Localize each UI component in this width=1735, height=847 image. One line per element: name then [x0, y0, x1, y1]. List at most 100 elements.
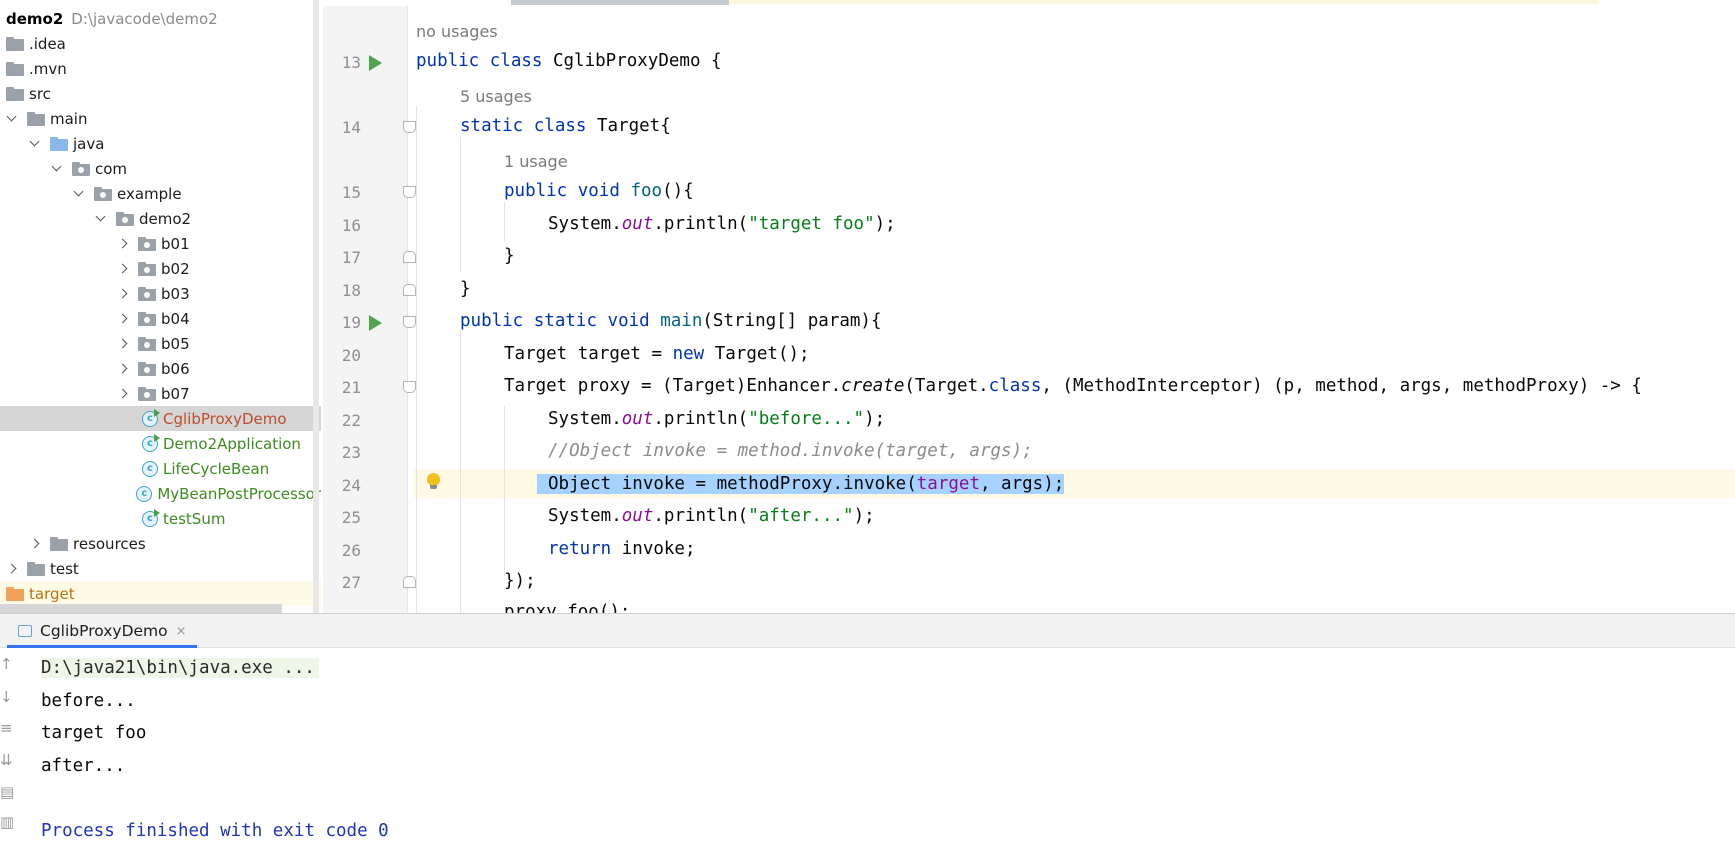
tree-item-label: b01 — [161, 235, 190, 253]
tree-item-label: test — [50, 560, 79, 578]
tree-item-java[interactable]: java — [0, 131, 321, 156]
fold-icon[interactable] — [403, 186, 416, 198]
tree-item-testsum[interactable]: c testSum — [0, 506, 321, 531]
chevron-down-icon[interactable] — [72, 187, 86, 201]
java-class-icon: c — [142, 511, 158, 527]
tree-item-target[interactable]: target — [0, 581, 321, 606]
usage-hint[interactable]: 5 usages — [460, 87, 532, 106]
tab-cglibproxydemo[interactable]: CglibProxyDemo × — [0, 614, 187, 648]
trash-icon[interactable]: ▥ — [0, 814, 16, 830]
code-line-24: Object invoke = methodProxy.invoke(targe… — [537, 474, 1064, 494]
tree-item-label: main — [50, 110, 87, 128]
code-token: public — [504, 181, 567, 201]
tree-item-label: b07 — [161, 385, 190, 403]
tree-item-com[interactable]: com — [0, 156, 321, 181]
tree-item-b06[interactable]: b06 — [0, 356, 321, 381]
code-token: class — [534, 116, 587, 136]
tree-item-b03[interactable]: b03 — [0, 281, 321, 306]
usage-hint[interactable]: 1 usage — [504, 152, 568, 171]
folder-icon — [6, 37, 24, 51]
tree-item-resources[interactable]: resources — [0, 531, 321, 556]
console-command-line[interactable]: D:\java21\bin\java.exe ... — [41, 658, 319, 678]
tree-item-label: MyBeanPostProcessor — [157, 485, 321, 503]
line-number: 22 — [331, 411, 361, 430]
chevron-right-icon[interactable] — [116, 312, 130, 326]
tree-item-main[interactable]: main — [0, 106, 321, 131]
code-line-17: } — [504, 246, 515, 266]
tree-item-cglibproxydemo[interactable]: c CglibProxyDemo — [0, 406, 321, 431]
run-main-icon[interactable] — [369, 315, 382, 331]
code-line-20: Target target = new Target(); — [504, 344, 810, 364]
line-number: 24 — [331, 476, 361, 495]
vertical-scrollbar[interactable] — [313, 0, 319, 613]
code-line-28: proxy.foo(); — [504, 602, 630, 613]
code-editor[interactable]: 13 14 15 16 17 18 19 20 21 22 23 24 25 2… — [323, 6, 1735, 613]
chevron-down-icon[interactable] — [50, 162, 64, 176]
line-number: 21 — [331, 378, 361, 397]
run-class-icon[interactable] — [369, 55, 382, 71]
tree-item-src[interactable]: src — [0, 81, 321, 106]
editor-tab-active-indicator[interactable] — [511, 0, 729, 5]
code-token: out — [622, 506, 654, 526]
tree-item-label: java — [73, 135, 104, 153]
fold-icon[interactable] — [403, 576, 416, 588]
arrow-up-icon[interactable]: ↑ — [0, 656, 16, 672]
code-token: out — [622, 409, 654, 429]
fold-icon[interactable] — [403, 381, 416, 393]
tree-item-b02[interactable]: b02 — [0, 256, 321, 281]
run-side-toolbar: ↑ ↓ ≡ ⇊ ▤ ▥ — [0, 648, 22, 831]
chevron-right-icon[interactable] — [116, 362, 130, 376]
tree-item-b05[interactable]: b05 — [0, 331, 321, 356]
run-tool-window: CglibProxyDemo × ↑ ↓ ≡ ⇊ ▤ ▥ D:\java21\b… — [0, 613, 1735, 830]
chevron-right-icon[interactable] — [116, 262, 130, 276]
chevron-right-icon[interactable] — [116, 237, 130, 251]
java-class-icon: c — [142, 411, 158, 427]
tree-item-label: Demo2Application — [163, 435, 301, 453]
tree-item-demo2[interactable]: demo2 — [0, 206, 321, 231]
package-icon — [138, 387, 156, 401]
chevron-down-icon[interactable] — [5, 112, 19, 126]
chevron-right-icon[interactable] — [28, 537, 42, 551]
package-icon — [138, 262, 156, 276]
close-icon[interactable]: × — [176, 624, 187, 639]
tree-root-demo2[interactable]: demo2 D:\javacode\demo2 — [0, 6, 321, 31]
usage-hint[interactable]: no usages — [416, 22, 498, 41]
tree-item-label: com — [95, 160, 127, 178]
fold-icon[interactable] — [403, 251, 416, 263]
folder-icon — [27, 112, 45, 126]
tree-item-b04[interactable]: b04 — [0, 306, 321, 331]
java-class-icon: c — [142, 436, 158, 452]
chevron-down-icon[interactable] — [94, 212, 108, 226]
scroll-to-end-icon[interactable]: ⇊ — [0, 752, 16, 768]
java-class-icon: c — [136, 486, 152, 502]
fold-icon[interactable] — [403, 284, 416, 296]
print-icon[interactable]: ▤ — [0, 784, 16, 800]
tree-item-test[interactable]: test — [0, 556, 321, 581]
tree-item-demo2application[interactable]: c Demo2Application — [0, 431, 321, 456]
lightbulb-icon[interactable] — [427, 473, 440, 486]
chevron-right-icon[interactable] — [5, 562, 19, 576]
chevron-right-icon[interactable] — [116, 387, 130, 401]
code-token: return — [548, 539, 611, 559]
code-token — [523, 311, 534, 331]
code-token: "target foo" — [748, 214, 874, 234]
code-token: new — [673, 344, 705, 364]
console-output[interactable]: D:\java21\bin\java.exe ... before... tar… — [41, 652, 389, 847]
tree-item-lifecyclebean[interactable]: c LifeCycleBean — [0, 456, 321, 481]
chevron-right-icon[interactable] — [116, 287, 130, 301]
fold-icon[interactable] — [403, 121, 416, 133]
tree-item-b01[interactable]: b01 — [0, 231, 321, 256]
fold-icon[interactable] — [403, 316, 416, 328]
chevron-right-icon[interactable] — [116, 337, 130, 351]
code-token: target — [917, 474, 980, 494]
tree-item-example[interactable]: example — [0, 181, 321, 206]
tree-item-b07[interactable]: b07 — [0, 381, 321, 406]
tree-item-idea[interactable]: .idea — [0, 31, 321, 56]
chevron-down-icon[interactable] — [28, 137, 42, 151]
arrow-down-icon[interactable]: ↓ — [0, 689, 16, 705]
horizontal-scrollbar[interactable] — [0, 604, 282, 613]
tree-item-label: LifeCycleBean — [163, 460, 269, 478]
tree-item-mvn[interactable]: .mvn — [0, 56, 321, 81]
soft-wrap-icon[interactable]: ≡ — [0, 720, 16, 736]
tree-item-mybeanpostprocessor[interactable]: c MyBeanPostProcessor — [0, 481, 321, 506]
